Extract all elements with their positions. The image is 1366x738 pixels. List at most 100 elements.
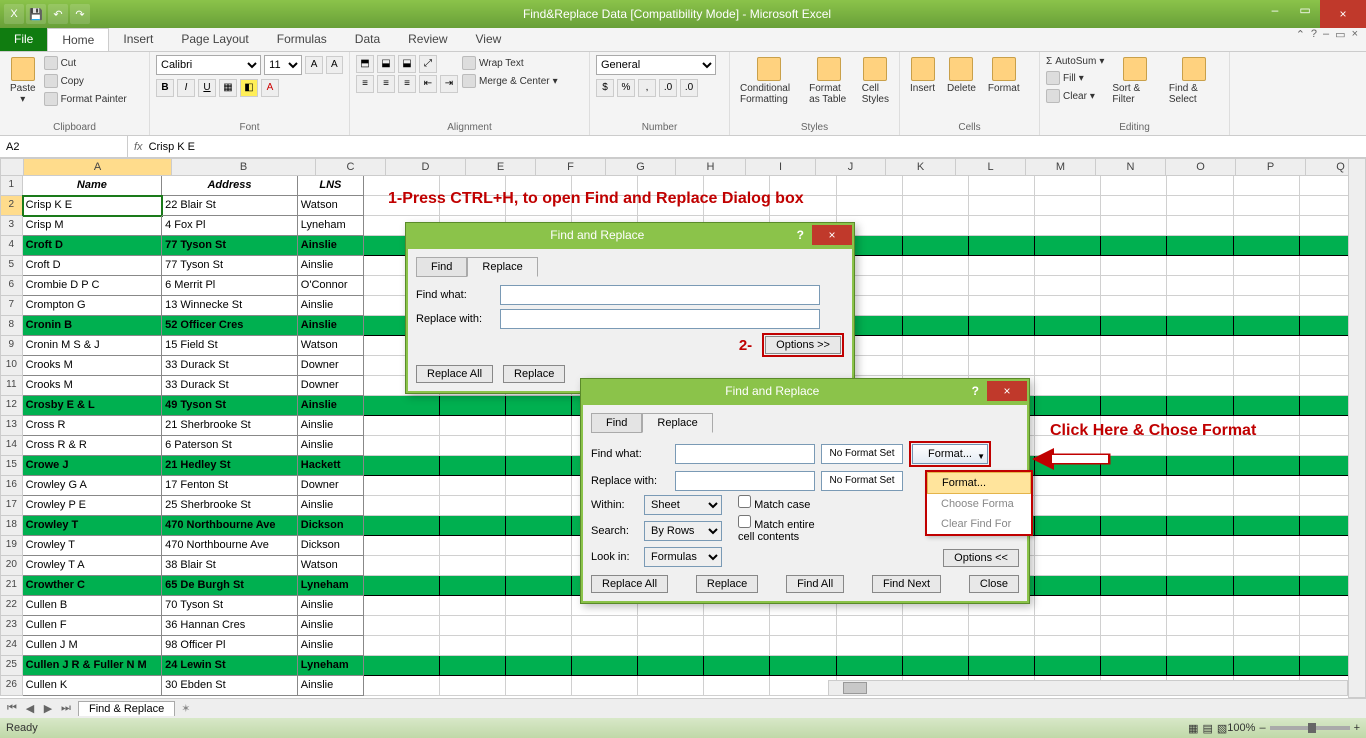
bold-button[interactable]: B (156, 79, 174, 97)
cell[interactable] (903, 296, 969, 316)
dialog-tab-find[interactable]: Find (416, 257, 467, 277)
cell[interactable] (1035, 636, 1101, 656)
find-all-button[interactable]: Find All (786, 575, 844, 593)
cell[interactable] (837, 176, 903, 196)
cell[interactable]: 15 Field St (162, 336, 298, 356)
cell[interactable]: 33 Durack St (162, 376, 298, 396)
cell[interactable] (903, 176, 969, 196)
cell[interactable]: Cullen F (23, 616, 162, 636)
cell[interactable] (903, 256, 969, 276)
cell[interactable] (1101, 336, 1167, 356)
cell[interactable] (1234, 636, 1300, 656)
cell[interactable] (1167, 496, 1233, 516)
cell[interactable] (1167, 516, 1233, 536)
delete-button[interactable]: Delete (943, 55, 980, 119)
column-header-G[interactable]: G (606, 158, 676, 176)
cell[interactable]: Dickson (298, 516, 364, 536)
cell[interactable]: Hackett (298, 456, 364, 476)
cell[interactable] (1234, 476, 1300, 496)
cell[interactable] (1035, 516, 1101, 536)
cell[interactable] (1234, 276, 1300, 296)
cell[interactable] (506, 616, 572, 636)
cell[interactable] (1035, 316, 1101, 336)
cell[interactable] (440, 596, 506, 616)
row-header[interactable]: 14 (0, 436, 23, 456)
cell[interactable] (1101, 376, 1167, 396)
cell[interactable]: Crosby E & L (23, 396, 162, 416)
menu-item-format[interactable]: Format... (927, 472, 1031, 494)
replace-with-input[interactable] (500, 309, 820, 329)
cell[interactable]: Crowley T (23, 536, 162, 556)
cell[interactable] (1234, 176, 1300, 196)
cell[interactable] (1234, 536, 1300, 556)
find-format-button[interactable]: Format...▼ (912, 444, 988, 464)
column-header-M[interactable]: M (1026, 158, 1096, 176)
cell[interactable] (1101, 176, 1167, 196)
cell[interactable] (572, 636, 638, 656)
cell[interactable] (1234, 496, 1300, 516)
cell[interactable] (969, 356, 1035, 376)
cell[interactable] (506, 456, 572, 476)
column-header-L[interactable]: L (956, 158, 1026, 176)
comma-icon[interactable]: , (638, 79, 656, 97)
replace-all-button[interactable]: Replace All (416, 365, 493, 383)
cell[interactable] (1234, 216, 1300, 236)
cell[interactable] (1167, 256, 1233, 276)
align-top-icon[interactable]: ⬒ (356, 55, 374, 73)
cell[interactable] (638, 676, 704, 696)
row-header[interactable]: 5 (0, 256, 23, 276)
replace-button2[interactable]: Replace (696, 575, 758, 593)
cell[interactable] (1035, 216, 1101, 236)
cell[interactable]: Cronin M S & J (23, 336, 162, 356)
cell[interactable]: 24 Lewin St (162, 656, 298, 676)
cell[interactable] (1234, 236, 1300, 256)
horizontal-scrollbar[interactable] (828, 680, 1348, 696)
find-what-input2[interactable] (675, 444, 815, 464)
column-header-K[interactable]: K (886, 158, 956, 176)
row-header[interactable]: 13 (0, 416, 23, 436)
align-center-icon[interactable]: ≡ (377, 75, 395, 93)
cell[interactable]: Ainslie (298, 416, 364, 436)
cell[interactable] (1035, 496, 1101, 516)
cell[interactable] (1035, 256, 1101, 276)
format-as-table-button[interactable]: Format as Table (805, 55, 854, 119)
cell[interactable] (770, 636, 836, 656)
cell[interactable]: Croft D (23, 236, 162, 256)
cell[interactable] (1167, 596, 1233, 616)
cell[interactable] (1234, 656, 1300, 676)
cell[interactable] (364, 596, 440, 616)
cell[interactable] (1167, 336, 1233, 356)
font-size-select[interactable]: 11 (264, 55, 302, 75)
number-format-select[interactable]: General (596, 55, 716, 75)
cell[interactable] (1101, 296, 1167, 316)
cell[interactable]: 21 Sherbrooke St (162, 416, 298, 436)
row-header[interactable]: 3 (0, 216, 23, 236)
column-header-D[interactable]: D (386, 158, 466, 176)
cell[interactable] (1234, 336, 1300, 356)
cell[interactable] (1101, 196, 1167, 216)
search-select[interactable]: By Rows (644, 521, 722, 541)
tab-file[interactable]: File (0, 28, 47, 51)
dialog-help-icon[interactable]: ? (789, 228, 812, 242)
cell[interactable] (1101, 536, 1167, 556)
cell[interactable] (1167, 276, 1233, 296)
font-color-button[interactable]: A (261, 79, 279, 97)
minimize-button[interactable]: – (1260, 0, 1290, 20)
cell[interactable]: Cross R (23, 416, 162, 436)
cell[interactable] (440, 476, 506, 496)
cell[interactable]: Crowley P E (23, 496, 162, 516)
cell[interactable] (837, 656, 903, 676)
view-layout-icon[interactable]: ▤ (1202, 722, 1212, 735)
clear-button[interactable]: Clear ▾ (1046, 88, 1104, 104)
column-header-H[interactable]: H (676, 158, 746, 176)
excel-icon[interactable]: X (4, 4, 24, 24)
cell[interactable]: 21 Hedley St (162, 456, 298, 476)
cell[interactable] (903, 196, 969, 216)
cell[interactable] (969, 256, 1035, 276)
cell[interactable] (1035, 356, 1101, 376)
cell[interactable] (364, 656, 440, 676)
row-header[interactable]: 1 (0, 176, 23, 196)
cell-styles-button[interactable]: Cell Styles (858, 55, 893, 119)
cell[interactable] (1035, 376, 1101, 396)
cell[interactable] (440, 456, 506, 476)
